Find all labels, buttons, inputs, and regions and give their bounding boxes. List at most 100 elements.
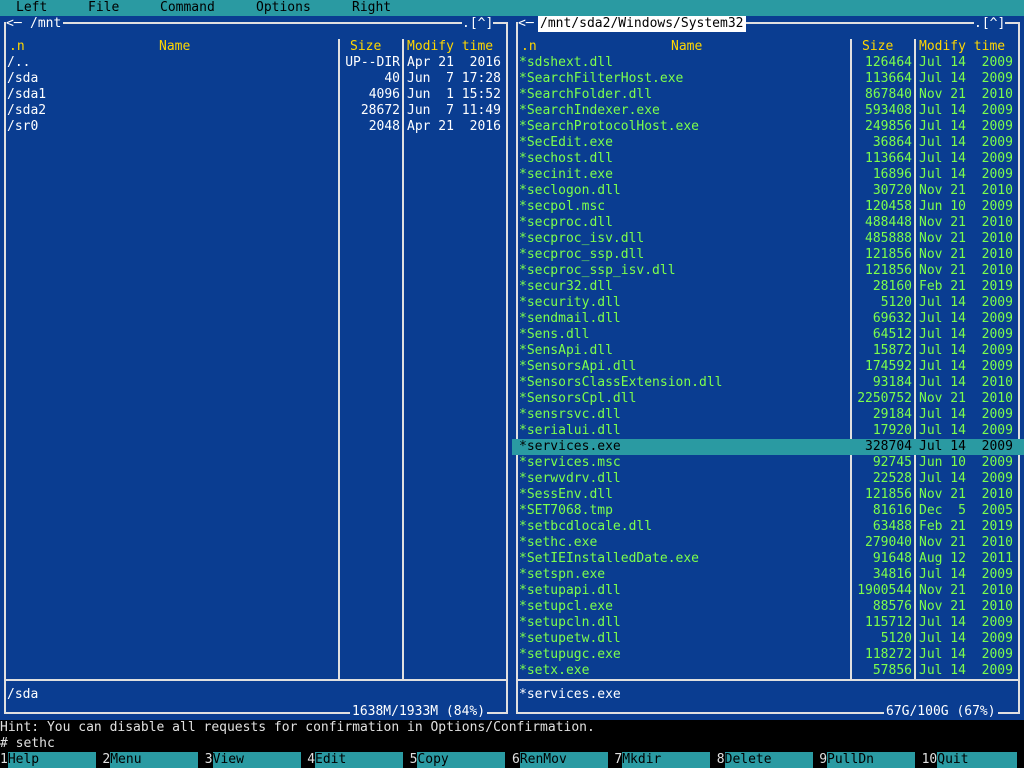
fkey-pulldn-button[interactable]: 9PullDn: [819, 752, 916, 768]
file-name: *SearchProtocolHost.exe: [519, 119, 700, 134]
right-file-row[interactable]: *setspn.exe 34816 Jul 14 2009: [512, 567, 1024, 583]
file-name: *services.msc: [519, 455, 621, 470]
fkey-edit-button[interactable]: 4Edit: [307, 752, 404, 768]
left-file-row[interactable]: /sda2 28672 Jun 7 11:49: [0, 103, 512, 119]
file-modify-time: Jul 14 2009: [919, 567, 1013, 582]
menu-options[interactable]: Options: [256, 0, 311, 16]
fkey-mkdir-button[interactable]: 7Mkdir: [614, 752, 711, 768]
fkey-number: 1: [0, 752, 8, 768]
right-panel-separator: [516, 679, 1020, 681]
file-modify-time: Aug 12 2011: [919, 551, 1013, 566]
right-column-time[interactable]: Modify time: [919, 39, 1005, 55]
right-file-row[interactable]: *Sens.dll 64512 Jul 14 2009: [512, 327, 1024, 343]
right-file-row[interactable]: *SensApi.dll 15872 Jul 14 2009: [512, 343, 1024, 359]
fkey-menu-button[interactable]: 2Menu: [102, 752, 199, 768]
right-file-row[interactable]: *sdshext.dll 126464 Jul 14 2009: [512, 55, 1024, 71]
fkey-help-button[interactable]: 1Help: [0, 752, 96, 768]
file-modify-time: Jul 14 2009: [919, 631, 1013, 646]
right-file-row[interactable]: *setx.exe 57856 Jul 14 2009: [512, 663, 1024, 679]
right-file-row[interactable]: *setupugc.exe 118272 Jul 14 2009: [512, 647, 1024, 663]
right-file-row[interactable]: *SensorsClassExtension.dll 93184 Jul 14 20…: [512, 375, 1024, 391]
right-file-row[interactable]: *SearchProtocolHost.exe 249856 Jul 14 2009: [512, 119, 1024, 135]
fkey-renmov-button[interactable]: 6RenMov: [512, 752, 608, 768]
left-file-row[interactable]: /sr0 2048 Apr 21 2016: [0, 119, 512, 135]
right-file-row[interactable]: *setupetw.dll 5120 Jul 14 2009: [512, 631, 1024, 647]
left-column-name[interactable]: Name: [159, 39, 190, 55]
right-file-row[interactable]: *SecEdit.exe 36864 Jul 14 2009: [512, 135, 1024, 151]
file-size: 174592: [865, 359, 912, 374]
left-column-size[interactable]: Size: [350, 39, 381, 55]
right-file-row[interactable]: *SearchFolder.dll 867840 Nov 21 2010: [512, 87, 1024, 103]
right-file-row[interactable]: *setupcln.dll 115712 Jul 14 2009: [512, 615, 1024, 631]
menu-command[interactable]: Command: [160, 0, 215, 16]
right-file-row[interactable]: *SearchIndexer.exe 593408 Jul 14 2009: [512, 103, 1024, 119]
left-panel-history-arrow[interactable]: <─: [6, 16, 30, 32]
right-file-row[interactable]: *setupapi.dll 1900544 Nov 21 2010: [512, 583, 1024, 599]
file-size: 17920: [872, 423, 912, 438]
right-file-row[interactable]: *security.dll 5120 Jul 14 2009: [512, 295, 1024, 311]
file-size: 2048: [368, 119, 400, 134]
right-file-row[interactable]: *setupcl.exe 88576 Nov 21 2010: [512, 599, 1024, 615]
fkey-delete-button[interactable]: 8Delete: [716, 752, 813, 768]
left-sort-indicator[interactable]: .n: [9, 39, 25, 55]
menu-bar: Left File Command Options Right: [0, 0, 1024, 16]
right-file-row[interactable]: *services.exe 328704 Jul 14 2009: [512, 439, 1024, 455]
right-file-row[interactable]: *secproc.dll 488448 Nov 21 2010: [512, 215, 1024, 231]
right-column-name[interactable]: Name: [671, 39, 702, 55]
file-size: 63488: [872, 519, 912, 534]
right-file-row[interactable]: *serwvdrv.dll 22528 Jul 14 2009: [512, 471, 1024, 487]
right-sort-indicator[interactable]: .n: [521, 39, 537, 55]
right-file-row[interactable]: *SetIEInstalledDate.exe 91648 Aug 12 2011: [512, 551, 1024, 567]
right-file-row[interactable]: *seclogon.dll 30720 Nov 21 2010: [512, 183, 1024, 199]
fkey-label: PullDn: [827, 752, 916, 768]
file-size: 5120: [880, 295, 912, 310]
right-panel-path[interactable]: /mnt/sda2/Windows/System32: [538, 16, 746, 32]
left-file-row[interactable]: /sda 40 Jun 7 17:28: [0, 71, 512, 87]
right-file-row[interactable]: *SessEnv.dll 121856 Nov 21 2010: [512, 487, 1024, 503]
file-name: *setbcdlocale.dll: [519, 519, 653, 534]
right-file-row[interactable]: *secinit.exe 16896 Jul 14 2009: [512, 167, 1024, 183]
left-column-time[interactable]: Modify time: [407, 39, 493, 55]
right-column-size[interactable]: Size: [862, 39, 893, 55]
file-size: 57856: [872, 663, 912, 678]
file-name: *SetIEInstalledDate.exe: [519, 551, 700, 566]
right-file-row[interactable]: *sensrsvc.dll 29184 Jul 14 2009: [512, 407, 1024, 423]
right-file-row[interactable]: *services.msc 92745 Jun 10 2009: [512, 455, 1024, 471]
file-modify-time: Jul 14 2009: [919, 103, 1013, 118]
fkey-number: 6: [512, 752, 520, 768]
right-file-row[interactable]: *sethc.exe 279040 Nov 21 2010: [512, 535, 1024, 551]
right-file-row[interactable]: *secproc_ssp_isv.dll 121856 Nov 21 2010: [512, 263, 1024, 279]
right-file-row[interactable]: *sechost.dll 113664 Jul 14 2009: [512, 151, 1024, 167]
menu-right[interactable]: Right: [352, 0, 391, 16]
file-modify-time: Jul 14 2009: [919, 471, 1013, 486]
right-file-row[interactable]: *setbcdlocale.dll 63488 Feb 21 2019: [512, 519, 1024, 535]
fkey-quit-button[interactable]: 10Quit: [921, 752, 1018, 768]
right-file-row[interactable]: *secproc_isv.dll 485888 Nov 21 2010: [512, 231, 1024, 247]
left-file-row[interactable]: /sda1 4096 Jun 1 15:52: [0, 87, 512, 103]
right-file-row[interactable]: *serialui.dll 17920 Jul 14 2009: [512, 423, 1024, 439]
right-file-row[interactable]: *secur32.dll 28160 Feb 21 2019: [512, 279, 1024, 295]
right-file-row[interactable]: *secpol.msc 120458 Jun 10 2009: [512, 199, 1024, 215]
left-panel[interactable]: <─ /mnt .[^] .n Name Size Modify time /.…: [0, 16, 512, 720]
right-file-row[interactable]: *SensorsApi.dll 174592 Jul 14 2009: [512, 359, 1024, 375]
menu-left[interactable]: Left: [16, 0, 47, 16]
file-modify-time: Nov 21 2010: [919, 599, 1013, 614]
fkey-view-button[interactable]: 3View: [204, 752, 301, 768]
right-file-row[interactable]: *SearchFilterHost.exe 113664 Jul 14 2009: [512, 71, 1024, 87]
right-file-row[interactable]: *secproc_ssp.dll 121856 Nov 21 2010: [512, 247, 1024, 263]
menu-file[interactable]: File: [88, 0, 119, 16]
right-panel[interactable]: <─ /mnt/sda2/Windows/System32 .[^] .n Na…: [512, 16, 1024, 720]
file-modify-time: Nov 21 2010: [919, 391, 1013, 406]
fkey-number: 3: [204, 752, 213, 768]
fkey-copy-button[interactable]: 5Copy: [409, 752, 506, 768]
file-modify-time: Dec 5 2005: [919, 503, 1013, 518]
command-line-input[interactable]: # sethc: [0, 736, 1024, 752]
right-file-row[interactable]: *SensorsCpl.dll 2250752 Nov 21 2010: [512, 391, 1024, 407]
fkey-number: 5: [409, 752, 418, 768]
right-file-row[interactable]: *SET7068.tmp 81616 Dec 5 2005: [512, 503, 1024, 519]
right-panel-corner-buttons[interactable]: .[^]: [974, 16, 1006, 32]
left-file-row[interactable]: /.. UP--DIR Apr 21 2016: [0, 55, 512, 71]
right-file-row[interactable]: *sendmail.dll 69632 Jul 14 2009: [512, 311, 1024, 327]
left-panel-path[interactable]: /mnt: [28, 16, 64, 32]
left-panel-corner-buttons[interactable]: .[^]: [462, 16, 494, 32]
